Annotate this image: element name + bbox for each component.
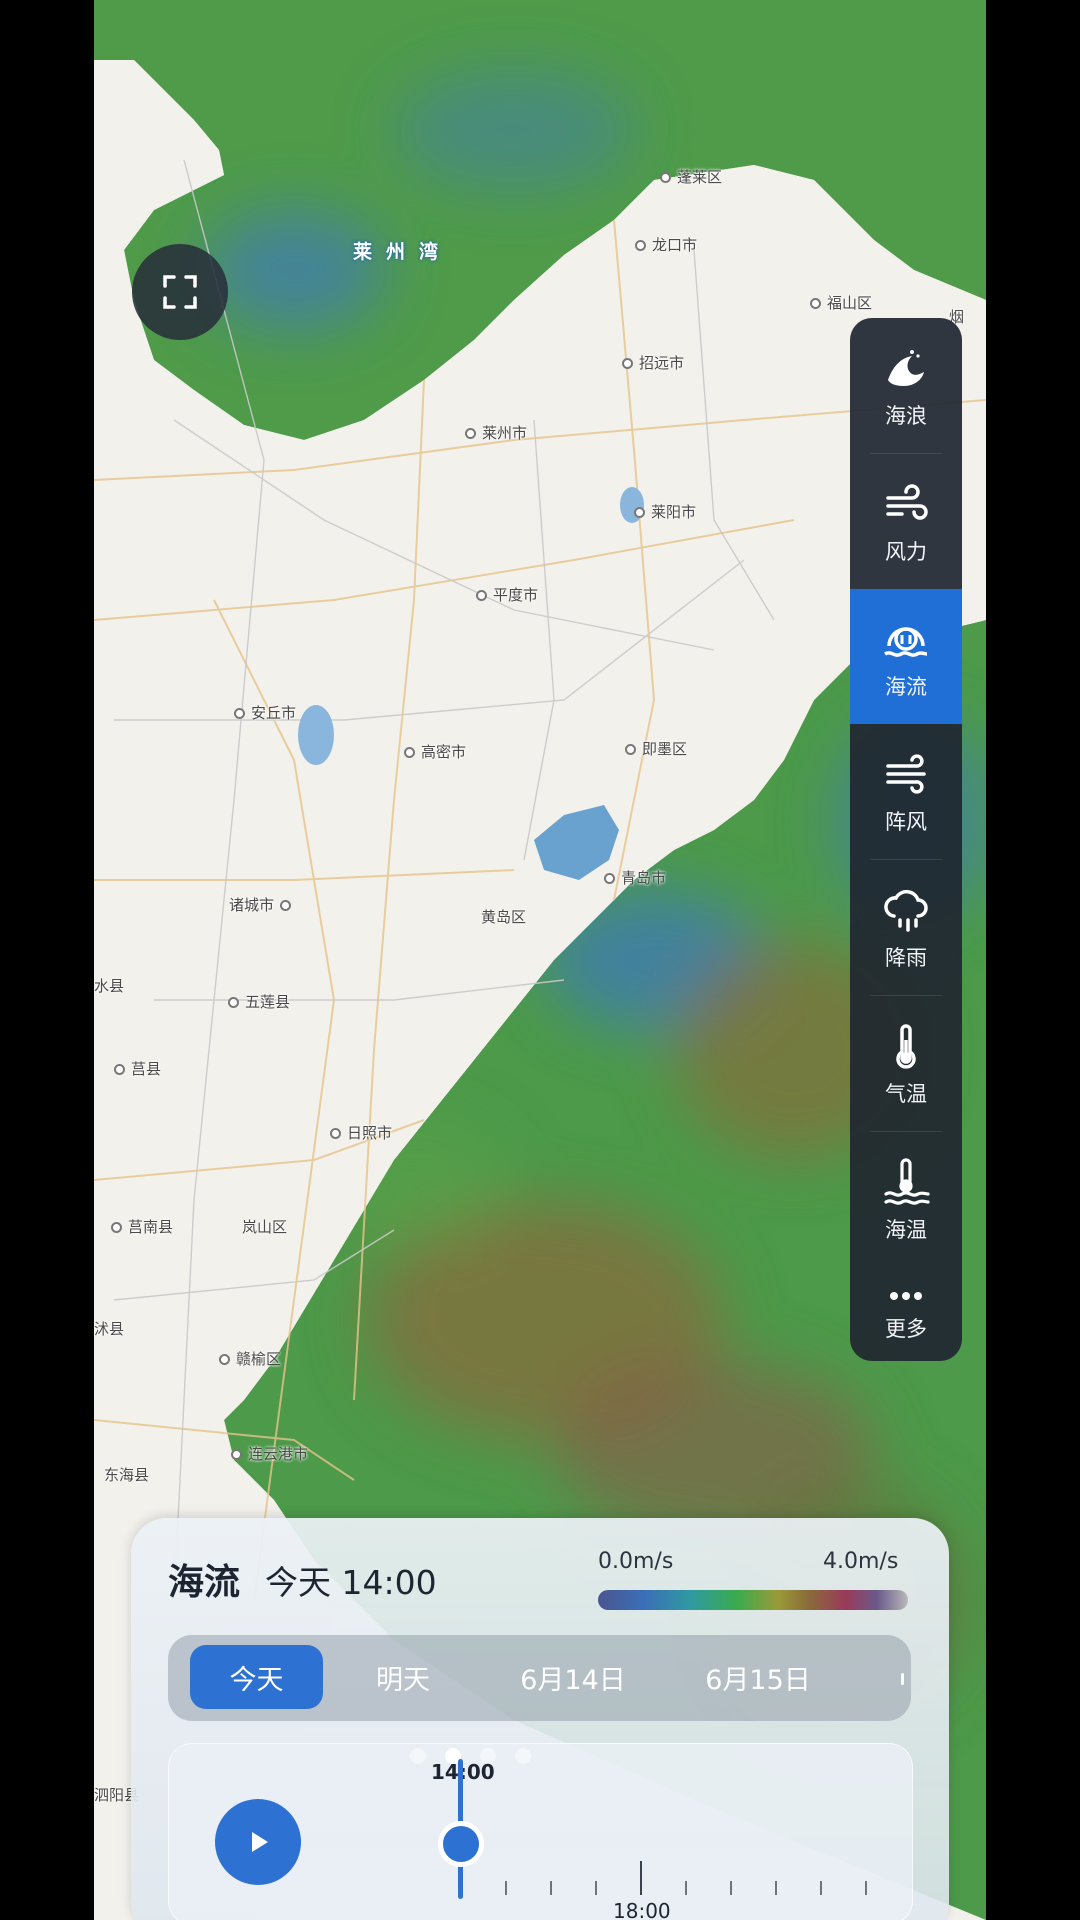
fullscreen-button[interactable] [132,244,228,340]
layer-label: 海温 [885,1217,927,1242]
city-label: 连云港市 [231,1443,308,1464]
city-label: 莒南县 [111,1216,173,1237]
city-label: 莱阳市 [634,501,696,522]
layer-label: 气温 [885,1081,927,1106]
wave-icon [880,342,932,394]
layer-sea-temperature[interactable]: 海温 [850,1132,962,1267]
city-label: 东海县 [104,1466,150,1484]
city-label: 安丘市 [234,702,296,723]
city-label: 福山区 [810,292,872,313]
forecast-card: 海流 今天 14:00 0.0m/s 4.0m/s 今天 明天 6月14日 6月… [131,1518,949,1920]
city-label: 青岛市 [604,867,666,888]
city-label: 沭县 [94,1320,125,1338]
page-dot [410,1748,426,1764]
layer-label: 海流 [885,674,927,699]
layer-label: 海浪 [885,403,927,428]
sea-temperature-icon [880,1156,932,1208]
city-label: 水县 [94,977,125,995]
city-label: 龙口市 [635,234,697,255]
timeline[interactable]: 14:00 18:00 [168,1743,913,1920]
city-label: 赣榆区 [219,1348,281,1369]
time-slider-handle[interactable] [438,1821,484,1867]
play-button[interactable] [215,1799,301,1885]
card-time: 今天 14:00 [265,1563,437,1602]
bay-label: 莱州湾 [353,241,453,263]
page-dot [515,1748,531,1764]
city-label: 即墨区 [625,738,687,759]
fullscreen-icon [163,275,197,309]
layer-rain[interactable]: 降雨 [850,860,962,995]
layer-gust[interactable]: 阵风 [850,724,962,859]
layer-label: 更多 [885,1316,927,1341]
layer-label: 风力 [885,539,927,564]
rain-icon [880,884,932,936]
thermometer-icon [880,1020,932,1072]
play-icon [252,1832,268,1852]
city-label: 黄岛区 [481,908,527,926]
day-tabs: 今天 明天 6月14日 6月15日 [168,1635,911,1721]
city-label: 莒县 [114,1058,161,1079]
layer-label: 阵风 [885,809,927,834]
legend-max: 4.0m/s [823,1549,899,1574]
city-label: 蓬莱区 [660,166,722,187]
city-label: 平度市 [476,584,538,605]
city-label: 岚山区 [242,1218,288,1236]
layer-panel: 海浪 风力 海流 阵风 降雨 气温 海温 更多 [850,318,962,1361]
layer-wave[interactable]: 海浪 [850,318,962,453]
layer-wind[interactable]: 风力 [850,454,962,589]
city-label: 诸城市 [229,894,297,915]
tab-tomorrow[interactable]: 明天 [343,1645,463,1709]
city-label: 高密市 [404,741,466,762]
legend-min: 0.0m/s [598,1549,674,1574]
layer-temperature[interactable]: 气温 [850,996,962,1131]
tab-june-15[interactable]: 6月15日 [678,1645,838,1709]
more-icon [880,1281,932,1311]
city-label: 日照市 [330,1122,392,1143]
layer-current[interactable]: 海流 [850,589,962,724]
card-title: 海流 [168,1562,241,1603]
tick-major [640,1861,642,1895]
tabs-scroll-indicator [901,1673,904,1685]
layer-more[interactable]: 更多 [850,1262,962,1361]
next-time-label: 18:00 [613,1899,671,1920]
city-label: 莱州市 [465,422,527,443]
tab-today[interactable]: 今天 [190,1645,323,1709]
city-label: 五莲县 [228,991,290,1012]
current-icon [880,613,932,665]
color-legend-bar [598,1590,908,1610]
wind-icon [880,478,932,530]
map-screen[interactable]: 莱州湾 蓬莱区 龙口市 福山区 烟 招远市 莱州市 莱阳市 平度市 安丘市 高密… [94,0,986,1920]
layer-label: 降雨 [885,945,927,970]
city-label: 招远市 [622,352,684,373]
tab-june-14[interactable]: 6月14日 [493,1645,653,1709]
gust-icon [880,748,932,800]
